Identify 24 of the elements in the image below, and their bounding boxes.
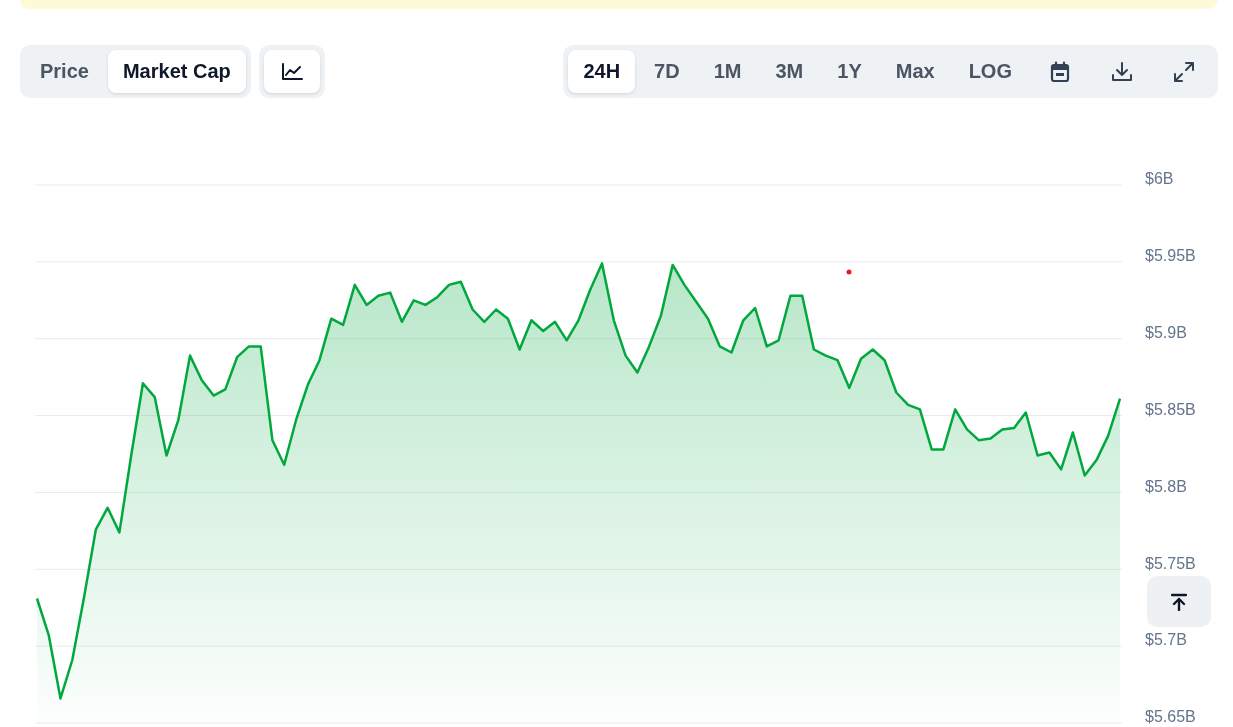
axis-label: $5.8B [1145, 477, 1187, 495]
metric-tab[interactable]: Market Cap [107, 50, 246, 93]
range-tab[interactable]: 1M [698, 50, 757, 93]
axis-label: $5.65B [1145, 708, 1196, 726]
range-tab[interactable]: LOG [953, 50, 1027, 93]
metric-tab[interactable]: Price [25, 50, 104, 93]
expand-icon [1173, 60, 1195, 83]
axis-label: $5.75B [1145, 554, 1196, 572]
range-tab[interactable]: 24H [568, 50, 636, 93]
axis-label: $5.95B [1145, 247, 1196, 265]
range-tab[interactable]: 1Y [822, 50, 877, 93]
calendar-icon [1050, 60, 1070, 83]
arrow-up-icon [1171, 592, 1187, 611]
axis-label: $5.85B [1145, 400, 1196, 418]
axis-label: $5.7B [1145, 631, 1187, 649]
line-chart-icon [280, 62, 303, 81]
range-tab[interactable]: 7D [639, 50, 695, 93]
point-marker [846, 269, 852, 275]
download-icon [1111, 60, 1133, 83]
range-tab[interactable]: 3M [760, 50, 819, 93]
axis-label: $6B [1145, 170, 1174, 188]
scroll-top-button[interactable] [1147, 576, 1211, 627]
range-tab[interactable]: Max [880, 50, 950, 93]
axis-label: $5.9B [1145, 323, 1187, 341]
